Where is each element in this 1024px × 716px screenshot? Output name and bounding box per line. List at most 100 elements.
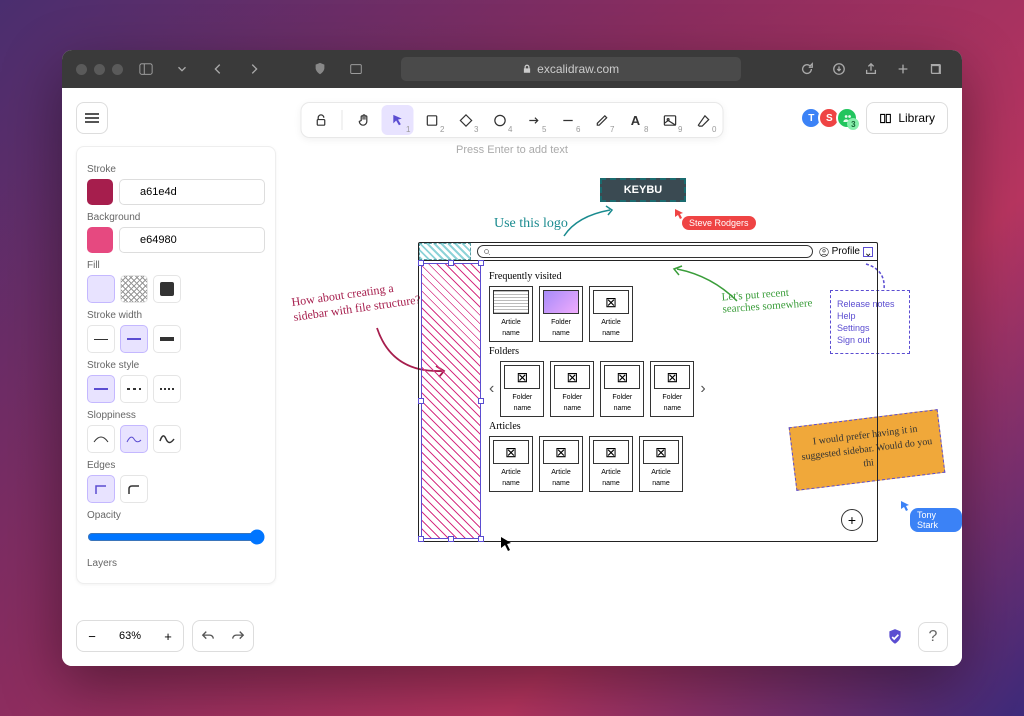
article-card: ⊠Article name: [489, 436, 533, 492]
fill-cross[interactable]: [120, 275, 148, 303]
sidebar-arrow: [372, 323, 452, 383]
slop-artist[interactable]: [120, 425, 148, 453]
reload-icon[interactable]: [794, 58, 820, 80]
mock-profile: Profile⌄: [819, 243, 877, 260]
canvas-cursor-icon: [500, 536, 514, 554]
slop-arch[interactable]: [87, 425, 115, 453]
sidebar-toggle-icon[interactable]: [133, 58, 159, 80]
fill-hachure[interactable]: [87, 275, 115, 303]
help-button[interactable]: ?: [918, 622, 948, 652]
zoom-in[interactable]: +: [153, 621, 183, 651]
zoom-controls: − 63% +: [76, 620, 184, 652]
style-dashed[interactable]: [120, 375, 148, 403]
edge-round[interactable]: [120, 475, 148, 503]
mock-sidebar-selected: [421, 263, 481, 539]
properties-panel: Stroke Background Fill Stroke width: [76, 146, 276, 584]
avatar-share[interactable]: 3: [836, 107, 858, 129]
stroke-thick[interactable]: [153, 325, 181, 353]
profile-dropdown-sketch: Release notes Help Settings Sign out: [830, 290, 910, 354]
freq-card: Folder name: [539, 286, 583, 342]
freq-card: ⊠Article name: [589, 286, 633, 342]
hamburger-menu[interactable]: [76, 102, 108, 134]
rectangle-tool[interactable]: 2: [416, 105, 448, 135]
recent-note: Let's put recent searches somewhere: [721, 285, 822, 316]
bottom-left-controls: − 63% +: [76, 620, 254, 652]
logo-arrow: [562, 206, 622, 246]
stroke-style-label: Stroke style: [87, 360, 265, 371]
freq-title: Frequently visited: [489, 271, 871, 282]
steve-cursor-icon: [674, 208, 686, 220]
diamond-tool[interactable]: 3: [450, 105, 482, 135]
collaborator-avatars[interactable]: T S 3: [804, 107, 858, 129]
zoom-level[interactable]: 63%: [107, 621, 153, 651]
add-circle-icon: +: [841, 509, 863, 531]
folder-card: ⊠Folder name: [550, 361, 594, 417]
reader-icon[interactable]: [343, 58, 369, 80]
top-right-controls: T S 3 Library: [804, 102, 948, 134]
chevron-down-icon[interactable]: [169, 58, 195, 80]
back-icon[interactable]: [205, 58, 231, 80]
stroke-med[interactable]: [120, 325, 148, 353]
ellipse-tool[interactable]: 4: [484, 105, 516, 135]
edges-label: Edges: [87, 460, 265, 471]
fill-solid[interactable]: [153, 275, 181, 303]
stroke-swatch[interactable]: [87, 179, 113, 205]
book-icon: [879, 112, 892, 125]
background-hex-input[interactable]: [119, 227, 265, 253]
eraser-tool[interactable]: 0: [688, 105, 720, 135]
image-tool[interactable]: 9: [654, 105, 686, 135]
excalidraw-app: 1 2 3 4 5 6 7 A8 9 0 T S 3 Library Press…: [62, 88, 962, 666]
line-tool[interactable]: 6: [552, 105, 584, 135]
arrow-tool[interactable]: 5: [518, 105, 550, 135]
lock-icon: [522, 64, 532, 74]
mock-search: [477, 245, 813, 258]
tony-cursor-icon: [900, 500, 912, 512]
forward-icon[interactable]: [241, 58, 267, 80]
folders-title: Folders: [489, 346, 871, 357]
zoom-out[interactable]: −: [77, 621, 107, 651]
dropdown-arrow: [862, 262, 892, 294]
edge-sharp[interactable]: [87, 475, 115, 503]
download-icon[interactable]: [826, 58, 852, 80]
mock-logo-slot: [419, 243, 471, 260]
bottom-right-controls: ?: [880, 622, 948, 652]
main-toolbar: 1 2 3 4 5 6 7 A8 9 0: [301, 102, 724, 138]
articles-title: Articles: [489, 421, 871, 432]
fill-label: Fill: [87, 260, 265, 271]
undo-button[interactable]: [193, 621, 223, 651]
shield-status-icon[interactable]: [880, 622, 910, 652]
redo-button[interactable]: [223, 621, 253, 651]
article-card: ⊠Article name: [539, 436, 583, 492]
hand-tool[interactable]: [348, 105, 380, 135]
use-logo-note: Use this logo: [494, 216, 568, 232]
article-card: ⊠Article name: [639, 436, 683, 492]
share-icon[interactable]: [858, 58, 884, 80]
traffic-lights[interactable]: [76, 64, 123, 75]
folder-card: ⊠Folder name: [500, 361, 544, 417]
steve-cursor-label: Steve Rodgers: [682, 216, 756, 230]
slop-cartoon[interactable]: [153, 425, 181, 453]
library-button[interactable]: Library: [866, 102, 948, 134]
address-bar[interactable]: excalidraw.com: [401, 57, 741, 81]
plus-icon[interactable]: [890, 58, 916, 80]
lock-tool[interactable]: [305, 105, 337, 135]
text-tool[interactable]: A8: [620, 105, 652, 135]
opacity-label: Opacity: [87, 510, 265, 521]
sloppiness-label: Sloppiness: [87, 410, 265, 421]
tony-cursor-label: Tony Stark: [910, 508, 962, 532]
style-dotted[interactable]: [153, 375, 181, 403]
pencil-tool[interactable]: 7: [586, 105, 618, 135]
shield-icon[interactable]: [307, 58, 333, 80]
folder-card: ⊠Folder name: [650, 361, 694, 417]
opacity-slider[interactable]: [87, 529, 265, 545]
background-swatch[interactable]: [87, 227, 113, 253]
stroke-hex-input[interactable]: [119, 179, 265, 205]
stroke-width-label: Stroke width: [87, 310, 265, 321]
stroke-thin[interactable]: [87, 325, 115, 353]
background-label: Background: [87, 212, 265, 223]
selection-tool[interactable]: 1: [382, 105, 414, 135]
layers-label: Layers: [87, 558, 265, 569]
style-solid[interactable]: [87, 375, 115, 403]
tabs-icon[interactable]: [922, 58, 948, 80]
sidebar-note: How about creating a sidebar with file s…: [291, 277, 424, 325]
